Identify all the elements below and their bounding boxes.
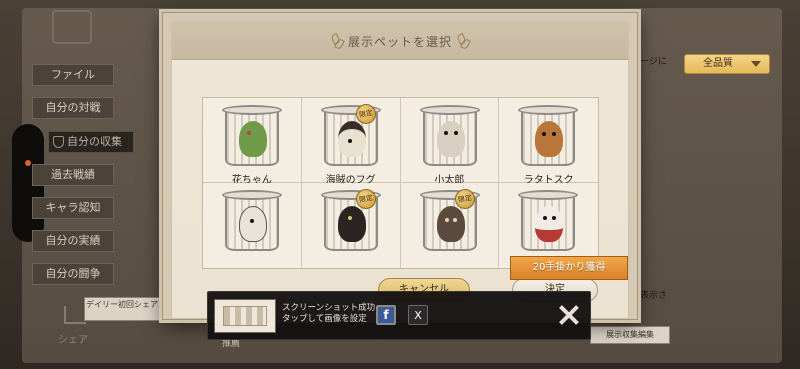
bucket-icon <box>518 105 579 166</box>
modal-title-text: 展示ペットを選択 <box>347 35 452 49</box>
toast-message[interactable]: スクリーンショット成功 タップして画像を設定 <box>282 303 382 325</box>
game-logo-icon <box>52 10 92 44</box>
cat-pet-icon <box>436 121 465 157</box>
pufferfish-pet-icon <box>337 121 366 157</box>
pet-slot-crow[interactable]: 限定 <box>301 183 401 268</box>
leaf-ornament-icon <box>332 34 342 48</box>
pet-slot-ratatoskr[interactable]: ラタトスク <box>499 98 598 186</box>
bucket-icon <box>222 105 282 166</box>
pet-slot-pirate-fugu[interactable]: 限定 海賊のフグ <box>301 98 401 186</box>
facebook-share-button[interactable]: f <box>376 305 396 325</box>
doll-pet-icon <box>436 206 465 242</box>
crow-pet-icon <box>337 206 366 242</box>
clue-reward-popup: 20手掛かり獲得 <box>510 256 628 280</box>
thumbnail-image <box>223 306 267 326</box>
menu-item-my-battles[interactable]: 自分の対戦 <box>32 97 114 119</box>
toast-line-2: タップして画像を設定 <box>282 314 367 324</box>
share-label: シェア <box>58 335 88 346</box>
close-icon[interactable] <box>558 304 580 326</box>
modal-header: 展示ペットを選択 <box>172 22 628 60</box>
screenshot-thumbnail[interactable] <box>214 299 276 333</box>
shield-icon <box>53 136 64 148</box>
share-icon[interactable] <box>64 306 86 324</box>
menu-item-struggle[interactable]: 自分の闘争 <box>32 263 114 285</box>
menu-item-file[interactable]: ファイル <box>32 64 114 86</box>
modal-title: 展示ペットを選択 <box>326 33 474 50</box>
background-text: ージに <box>640 57 667 67</box>
notification-dot-icon <box>25 160 31 166</box>
daily-share-badge: デイリー初回シェア <box>84 297 160 321</box>
pet-slot-doll[interactable]: 限定 <box>400 183 500 268</box>
menu-item-character-recognition[interactable]: キャラ認知 <box>32 197 114 219</box>
menu-item-past-record[interactable]: 過去戦績 <box>32 164 114 186</box>
pet-grid: 花ちゃん 限定 海賊のフグ 小太郎 ラタトスク 限定 限定 <box>202 97 599 269</box>
chevron-down-icon <box>751 61 761 67</box>
pet-slot-hana[interactable]: 花ちゃん <box>203 98 302 186</box>
plant-pet-icon <box>239 121 267 157</box>
edit-collection-button[interactable]: 展示収集編集 <box>590 326 670 344</box>
menu-item-achievements[interactable]: 自分の実績 <box>32 230 114 252</box>
filter-selected-value: 全品質 <box>703 58 733 69</box>
pet-slot-rabbit[interactable] <box>203 183 302 268</box>
x-icon: X <box>414 309 422 322</box>
bucket-icon <box>518 190 579 251</box>
bucket-icon <box>222 190 282 251</box>
quality-filter-dropdown[interactable]: 全品質 <box>684 54 770 74</box>
x-share-button[interactable]: X <box>408 305 428 325</box>
leaf-ornament-icon <box>458 34 468 48</box>
screenshot-toast: スクリーンショット成功 タップして画像を設定 f X <box>207 291 591 340</box>
pet-slot-kotaro[interactable]: 小太郎 <box>400 98 500 186</box>
menu-item-label: 自分の収集 <box>67 135 122 148</box>
menu-item-my-collection[interactable]: 自分の収集 <box>48 131 134 153</box>
bucket-icon <box>419 105 480 166</box>
facebook-icon: f <box>383 308 389 322</box>
background-text: 表示さ <box>640 291 668 301</box>
rabbit-pet-icon <box>239 206 267 242</box>
toast-line-1: スクリーンショット成功 <box>282 303 376 313</box>
squirrel-pet-icon <box>535 121 564 157</box>
cat-pet-icon <box>535 206 564 242</box>
